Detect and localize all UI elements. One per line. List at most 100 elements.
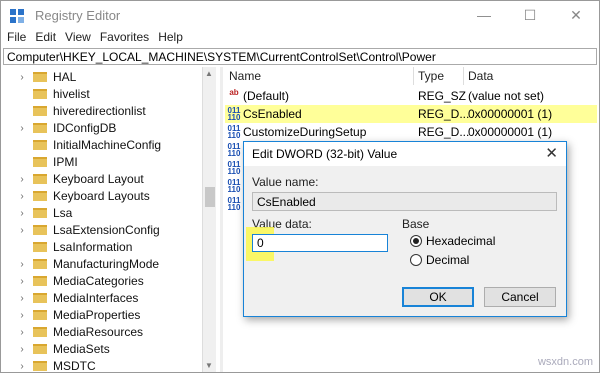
chevron-right-icon[interactable]: › [17, 174, 27, 185]
binary-value-icon: 011 110 [227, 178, 241, 194]
folder-icon [33, 191, 47, 201]
column-separator[interactable] [463, 67, 464, 85]
menu-help[interactable]: Help [156, 29, 190, 47]
dialog-title-bar[interactable]: Edit DWORD (32-bit) Value ✕ [244, 142, 566, 166]
tree-item-label: LsaExtensionConfig [53, 223, 160, 237]
cancel-button[interactable]: Cancel [484, 287, 556, 307]
chevron-right-icon[interactable]: › [17, 72, 27, 83]
folder-icon [33, 310, 47, 320]
folder-icon [33, 276, 47, 286]
radio-unselected-icon[interactable] [410, 254, 422, 266]
tree-item-label: MediaSets [53, 342, 110, 356]
folder-icon [33, 72, 47, 82]
radio-hexadecimal[interactable]: Hexadecimal [410, 234, 495, 248]
registry-editor-window: Registry Editor — ☐ ✕ File Edit View Fav… [0, 0, 600, 373]
chevron-right-icon[interactable]: › [17, 310, 27, 321]
minimize-icon[interactable]: — [461, 1, 507, 29]
tree-item-label: Keyboard Layouts [53, 189, 150, 203]
radio-hexadecimal-label: Hexadecimal [426, 234, 496, 248]
maximize-icon[interactable]: ☐ [507, 1, 553, 29]
menu-edit[interactable]: Edit [33, 29, 63, 47]
value-name: CustomizeDuringSetup [243, 125, 367, 139]
binary-value-icon: 011 110 [227, 124, 241, 140]
column-type[interactable]: Type [418, 69, 444, 83]
tree-item-label: LsaInformation [53, 240, 133, 254]
chevron-right-icon[interactable]: › [17, 208, 27, 219]
chevron-right-icon[interactable]: › [17, 276, 27, 287]
string-value-icon: ab [229, 88, 239, 97]
value-data: 0x00000001 (1) [468, 107, 553, 121]
tree-item-label: IPMI [53, 155, 78, 169]
folder-icon [33, 174, 47, 184]
tree-item-label: hivelist [53, 87, 90, 101]
chevron-right-icon[interactable]: › [17, 344, 27, 355]
column-separator[interactable] [413, 67, 414, 85]
tree-item-label: Lsa [53, 206, 73, 220]
folder-icon [33, 123, 47, 133]
binary-value-icon: 011 110 [227, 196, 241, 212]
binary-value-icon: 011 110 [227, 142, 241, 158]
menu-view[interactable]: View [63, 29, 98, 47]
binary-value-icon: 011 110 [227, 160, 241, 176]
base-label: Base [402, 217, 430, 231]
key-tree: › HAL hivelist hiveredirectionlist › IDConfig… [3, 67, 217, 372]
folder-icon [33, 225, 47, 235]
chevron-right-icon[interactable]: › [17, 191, 27, 202]
tree-item-label: InitialMachineConfig [53, 138, 162, 152]
chevron-right-icon[interactable]: › [17, 123, 27, 134]
chevron-right-icon[interactable]: › [17, 293, 27, 304]
menu-favorites[interactable]: Favorites [98, 29, 156, 47]
watermark: wsxdn.com [537, 356, 593, 368]
value-data-input[interactable]: 0 [252, 234, 388, 252]
tree-item-label: Keyboard Layout [53, 172, 144, 186]
tree-item-label: hiveredirectionlist [53, 104, 146, 118]
value-type: REG_SZ [418, 89, 467, 103]
tree-scrollbar[interactable]: ▲ ▼ [202, 67, 216, 372]
tree-item-label: ManufacturingMode [53, 257, 160, 271]
edit-dword-dialog: Edit DWORD (32-bit) Value ✕ Value name: … [243, 141, 567, 317]
radio-decimal[interactable]: Decimal [410, 253, 469, 267]
chevron-right-icon[interactable]: › [17, 259, 27, 270]
menu-file[interactable]: File [5, 29, 33, 47]
title-bar[interactable]: Registry Editor — ☐ ✕ [1, 1, 599, 29]
ok-button[interactable]: OK [402, 287, 474, 307]
chevron-right-icon[interactable]: › [17, 225, 27, 236]
folder-icon [33, 259, 47, 269]
dialog-title: Edit DWORD (32-bit) Value [252, 147, 398, 161]
address-bar[interactable]: Computer\HKEY_LOCAL_MACHINE\SYSTEM\Curre… [3, 48, 597, 65]
pane-splitter[interactable] [220, 67, 223, 372]
folder-icon [33, 208, 47, 218]
folder-icon [33, 157, 47, 167]
column-data[interactable]: Data [468, 69, 493, 83]
binary-value-icon: 011 110 [227, 106, 241, 122]
scroll-down-icon[interactable]: ▼ [205, 361, 213, 370]
tree-item-label: MediaInterfaces [53, 291, 139, 305]
scroll-up-icon[interactable]: ▲ [205, 69, 213, 78]
tree-item-label: MediaResources [53, 325, 144, 339]
value-name-field: CsEnabled [252, 192, 557, 211]
value-name: CsEnabled [243, 107, 302, 121]
column-name[interactable]: Name [229, 69, 261, 83]
value-row[interactable]: 011 110 CsEnabled REG_D... 0x00000001 (1) [225, 105, 597, 123]
tree-item-label: MediaCategories [53, 274, 144, 288]
folder-icon [33, 327, 47, 337]
tree-item-label: HAL [53, 70, 77, 84]
value-type: REG_D... [418, 107, 470, 121]
menu-bar: File Edit View Favorites Help [1, 29, 599, 47]
folder-icon [33, 106, 47, 116]
value-type: REG_D... [418, 125, 470, 139]
close-icon[interactable]: ✕ [545, 144, 558, 162]
radio-decimal-label: Decimal [426, 253, 470, 267]
tree-item[interactable]: › MSDTC [3, 356, 95, 372]
value-data: (value not set) [468, 89, 545, 103]
radio-selected-icon[interactable] [410, 235, 422, 247]
tree-item-label: MediaProperties [53, 308, 141, 322]
folder-icon [33, 361, 47, 371]
close-icon[interactable]: ✕ [553, 1, 599, 29]
value-name: (Default) [243, 89, 290, 103]
value-row[interactable]: 011 110 CustomizeDuringSetup REG_D... 0x0000… [225, 123, 597, 141]
scroll-thumb[interactable] [205, 187, 215, 207]
chevron-right-icon[interactable]: › [17, 361, 27, 372]
chevron-right-icon[interactable]: › [17, 327, 27, 338]
value-row[interactable]: ab (Default) REG_SZ (value not set) [225, 87, 597, 105]
